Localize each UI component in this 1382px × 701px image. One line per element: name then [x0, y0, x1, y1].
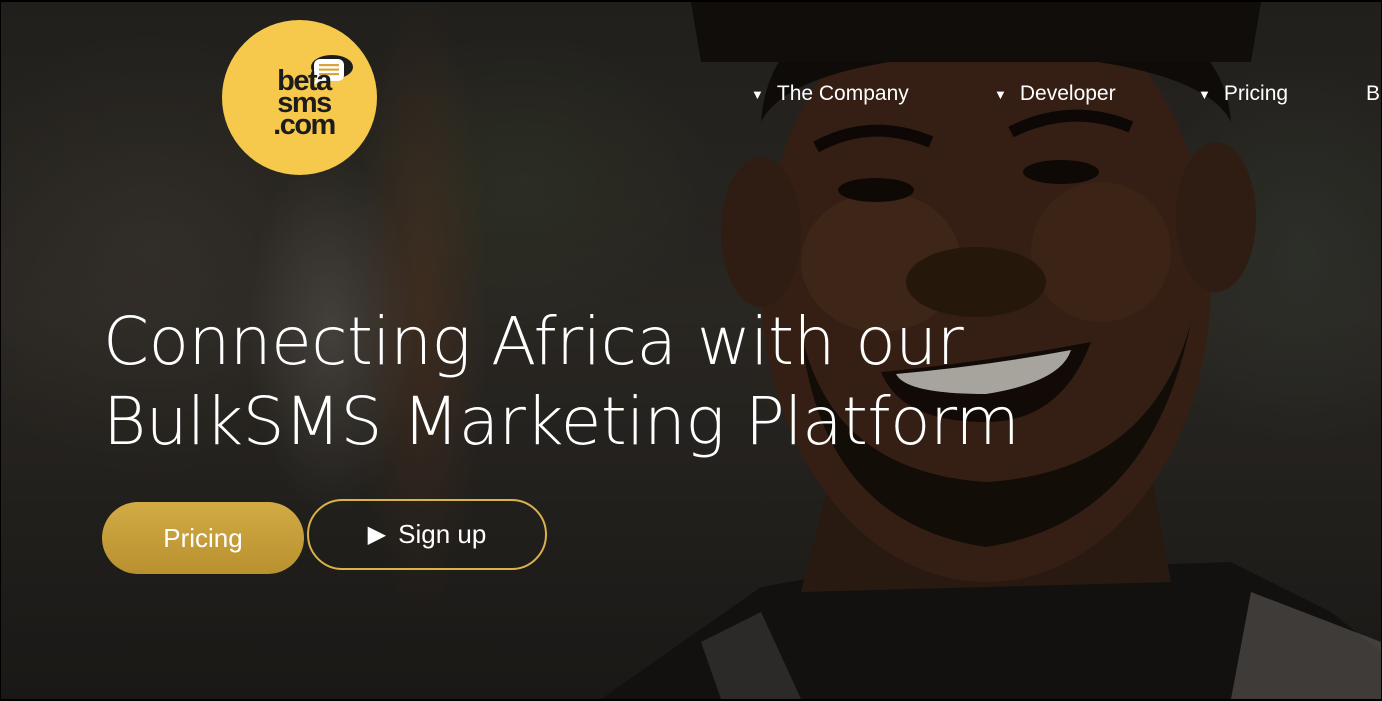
nav-item-label: B — [1366, 82, 1381, 105]
caret-down-icon: ▼ — [1198, 86, 1211, 102]
headline-line-1: Connecting Africa with our — [103, 303, 964, 380]
nav-item-label: Developer — [1019, 82, 1116, 105]
nav-item-label: Pricing — [1223, 82, 1289, 105]
nav-item-developer[interactable]: ▼ Developer — [994, 82, 1116, 106]
nav-item-the-company[interactable]: ▼ The Company — [751, 82, 909, 106]
headline-line-2: BulkSMS Marketing Platform — [103, 383, 1020, 460]
signup-button-label: Sign up — [398, 519, 487, 549]
nav-item-pricing[interactable]: ▼ Pricing — [1198, 82, 1288, 106]
nav-item-label: The Company — [776, 82, 909, 105]
hero-section: beta sms .com ▼ The Company ▼ Developer … — [1, 2, 1381, 699]
nav-item-partial[interactable]: B — [1366, 82, 1380, 106]
betasms-logo[interactable]: beta sms .com — [222, 20, 377, 175]
caret-down-icon: ▼ — [751, 86, 764, 102]
play-icon: ▶ — [367, 520, 387, 548]
logo-wordmark: beta sms .com — [249, 67, 359, 141]
logo-line-3: .com — [273, 109, 336, 141]
hero-headline: Connecting Africa with our BulkSMS Marke… — [103, 302, 1020, 462]
caret-down-icon: ▼ — [994, 86, 1007, 102]
pricing-button[interactable]: Pricing — [102, 502, 304, 574]
signup-button[interactable]: ▶ Sign up — [307, 499, 547, 570]
